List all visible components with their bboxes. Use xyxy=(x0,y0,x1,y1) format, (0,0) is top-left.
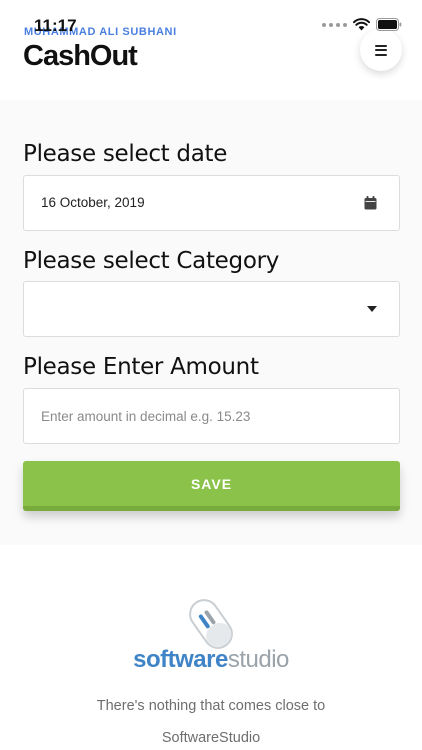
category-select[interactable] xyxy=(23,281,400,337)
category-label: Please select Category xyxy=(23,248,280,274)
date-picker-field[interactable]: 16 October, 2019 xyxy=(23,175,400,231)
app-title: CashOut xyxy=(23,40,138,72)
logo-text-light: studio xyxy=(227,646,290,673)
software-studio-logo-text: softwarestudio xyxy=(0,646,422,674)
save-button[interactable]: SAVE xyxy=(23,461,400,511)
dropdown-caret-icon xyxy=(367,306,377,312)
status-time: 11:17 xyxy=(34,16,77,35)
cellular-signal-icon xyxy=(322,22,347,27)
status-bar: 11:17 xyxy=(0,0,422,44)
date-value: 16 October, 2019 xyxy=(41,195,145,210)
amount-label: Please Enter Amount xyxy=(23,354,259,380)
logo-text-bold: software xyxy=(133,646,228,673)
software-studio-logo-icon xyxy=(189,599,233,649)
amount-field[interactable] xyxy=(23,388,400,444)
wifi-icon xyxy=(353,18,370,31)
battery-icon xyxy=(376,18,402,31)
status-icons xyxy=(322,18,402,31)
calendar-icon xyxy=(364,196,377,210)
footer: softwarestudio There's nothing that come… xyxy=(0,545,422,750)
tagline-line-1: There's nothing that comes close to xyxy=(96,698,326,714)
tagline-line-2: SoftwareStudio xyxy=(161,730,261,746)
amount-input[interactable] xyxy=(24,389,399,443)
date-label: Please select date xyxy=(23,141,228,167)
hamburger-menu-icon xyxy=(375,42,387,58)
